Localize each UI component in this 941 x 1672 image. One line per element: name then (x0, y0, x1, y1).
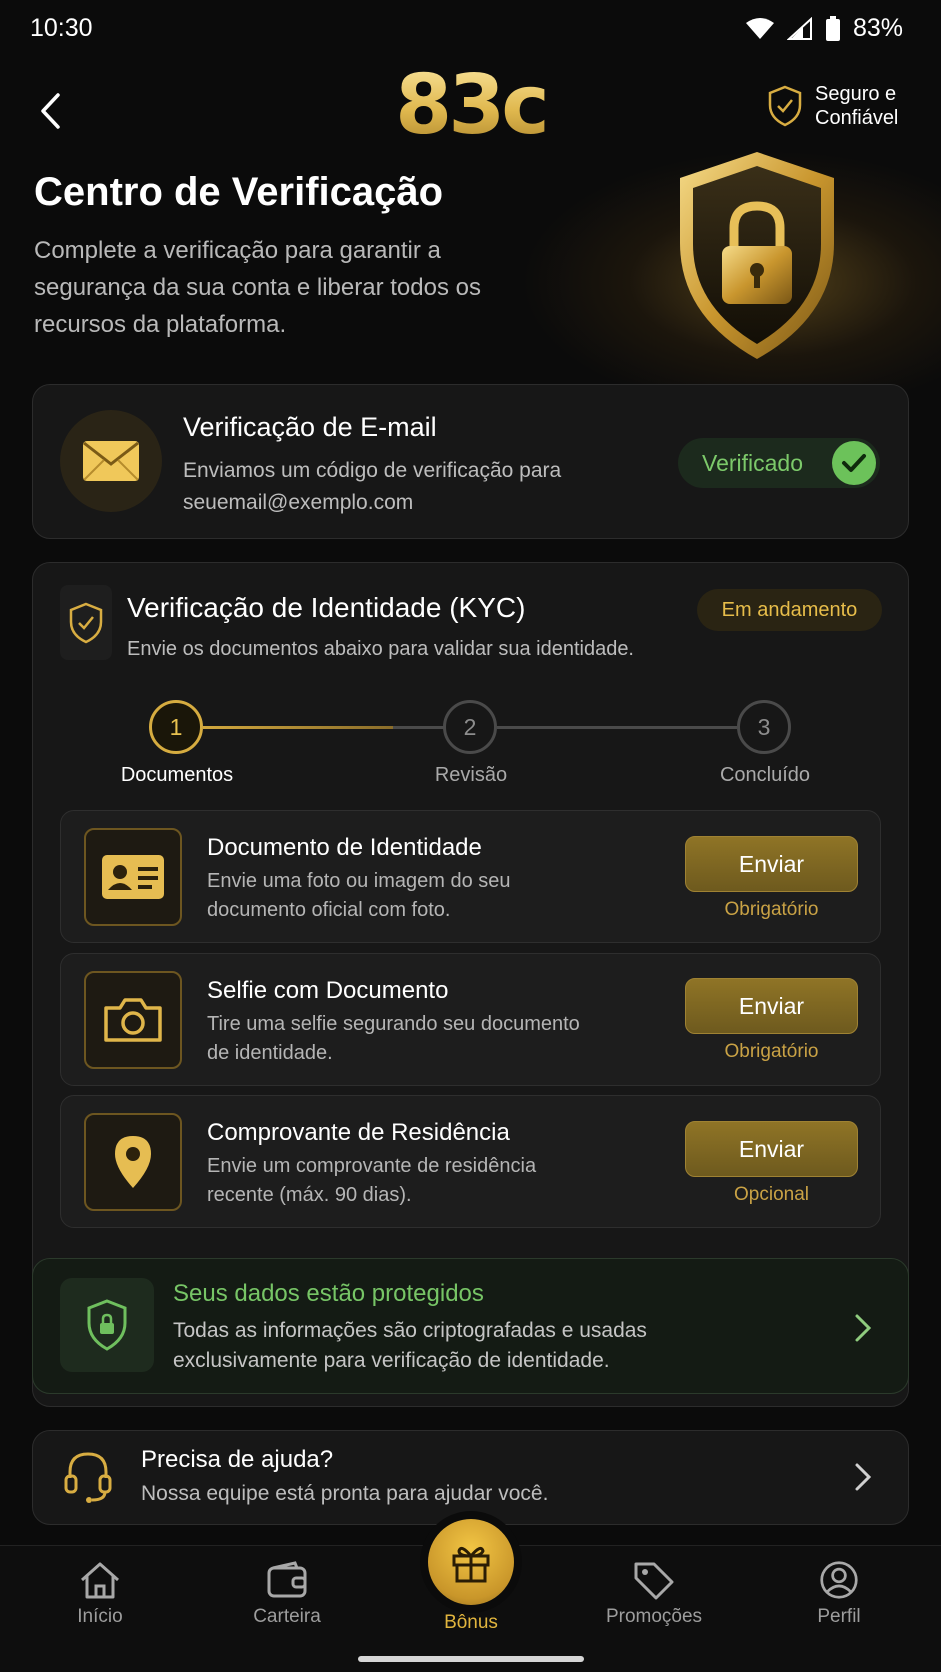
tag-icon (634, 1562, 674, 1600)
step-3-indicator: 3 (737, 700, 791, 754)
page-subtitle: Complete a verificação para garantir a s… (34, 237, 481, 338)
chevron-right-icon[interactable] (848, 1457, 878, 1497)
wifi-icon (745, 17, 774, 39)
battery-icon (825, 15, 840, 41)
headset-icon (64, 1452, 112, 1503)
help-description: Nossa equipe está pronta para ajudar voc… (141, 1482, 549, 1505)
nav-label-home: Início (77, 1606, 123, 1627)
nav-item-wallet[interactable]: Carteira (217, 1560, 357, 1628)
nav-item-profile[interactable]: Perfil (769, 1560, 909, 1628)
gift-icon (452, 1546, 490, 1583)
nav-label-wallet: Carteira (253, 1606, 321, 1627)
document-description: Tire uma selfie segurando seu documento … (207, 1013, 580, 1064)
step-1-label: Documentos (120, 764, 234, 786)
document-icon-box (84, 1113, 182, 1211)
signal-icon (786, 16, 812, 40)
user-icon (820, 1561, 858, 1599)
page-title: Centro de Verificação (34, 170, 444, 214)
trust-label: Seguro e Confiável (815, 83, 899, 129)
home-icon (81, 1562, 119, 1599)
document-title: Documento de Identidade (207, 834, 482, 861)
help-title: Precisa de ajuda? (141, 1446, 334, 1473)
protection-description: Todas as informações são criptografadas … (173, 1319, 647, 1372)
stepper-progress-line (203, 726, 393, 729)
envelope-icon (83, 441, 139, 481)
shield-lock-icon (680, 152, 834, 359)
kyc-shield-badge (60, 585, 112, 660)
shield-check-icon (69, 602, 103, 643)
step-1-indicator: 1 (149, 700, 203, 754)
home-indicator[interactable] (358, 1656, 584, 1662)
document-icon-box (84, 971, 182, 1069)
document-description: Envie um comprovante de residência recen… (207, 1155, 537, 1206)
help-card[interactable] (32, 1430, 909, 1525)
requirement-label: Obrigatório (724, 899, 819, 920)
step-2-indicator: 2 (443, 700, 497, 754)
chevron-right-icon[interactable] (848, 1308, 878, 1348)
status-time: 10:30 (30, 14, 93, 42)
nav-label-promotions: Promoções (605, 1606, 703, 1627)
requirement-label: Obrigatório (724, 1041, 819, 1062)
step-2-label: Revisão (434, 764, 508, 786)
email-verification-description: Enviamos um código de verificação para s… (183, 459, 562, 514)
trust-badge: Seguro e Confiável (767, 82, 907, 130)
kyc-description: Envie os documentos abaixo para validar … (127, 638, 634, 660)
id-card-icon (102, 855, 164, 899)
send-residence-button[interactable]: Enviar (685, 1121, 858, 1177)
location-pin-icon (115, 1136, 151, 1188)
nav-item-bonus[interactable] (428, 1519, 514, 1605)
send-selfie-button[interactable]: Enviar (685, 978, 858, 1034)
stepper-line (393, 726, 445, 729)
kyc-title: Verificação de Identidade (KYC) (127, 592, 526, 623)
battery-percent: 83% (852, 14, 903, 42)
document-title: Selfie com Documento (207, 977, 449, 1004)
email-verification-title: Verificação de E-mail (183, 412, 437, 442)
nav-item-home[interactable]: Início (30, 1560, 170, 1628)
protection-icon-box (60, 1278, 154, 1372)
document-icon-box (84, 828, 182, 926)
nav-item-promotions[interactable]: Promoções (584, 1560, 724, 1628)
document-description: Envie uma foto ou imagem do seu document… (207, 870, 511, 921)
stepper-line (497, 726, 737, 729)
verified-status-badge: Verificado (678, 438, 880, 488)
wallet-icon (267, 1561, 307, 1598)
document-title: Comprovante de Residência (207, 1119, 510, 1146)
shield-lock-icon (87, 1299, 127, 1351)
verified-status-label: Verificado (702, 449, 804, 476)
send-identity-button[interactable]: Enviar (685, 836, 858, 892)
protection-title: Seus dados estão protegidos (173, 1280, 484, 1307)
camera-icon (104, 998, 162, 1042)
kyc-status-badge: Em andamento (697, 589, 882, 631)
requirement-label: Opcional (734, 1184, 809, 1205)
check-circle-icon (832, 441, 876, 485)
shield-check-icon (768, 85, 802, 127)
nav-item-bonus-label-wrap[interactable]: Bônus (401, 1606, 541, 1634)
nav-label-profile: Perfil (817, 1606, 861, 1627)
nav-label-bonus: Bônus (444, 1612, 498, 1633)
email-icon-badge (60, 410, 162, 512)
step-3-label: Concluído (719, 764, 811, 786)
status-indicators: 83% (745, 14, 903, 43)
